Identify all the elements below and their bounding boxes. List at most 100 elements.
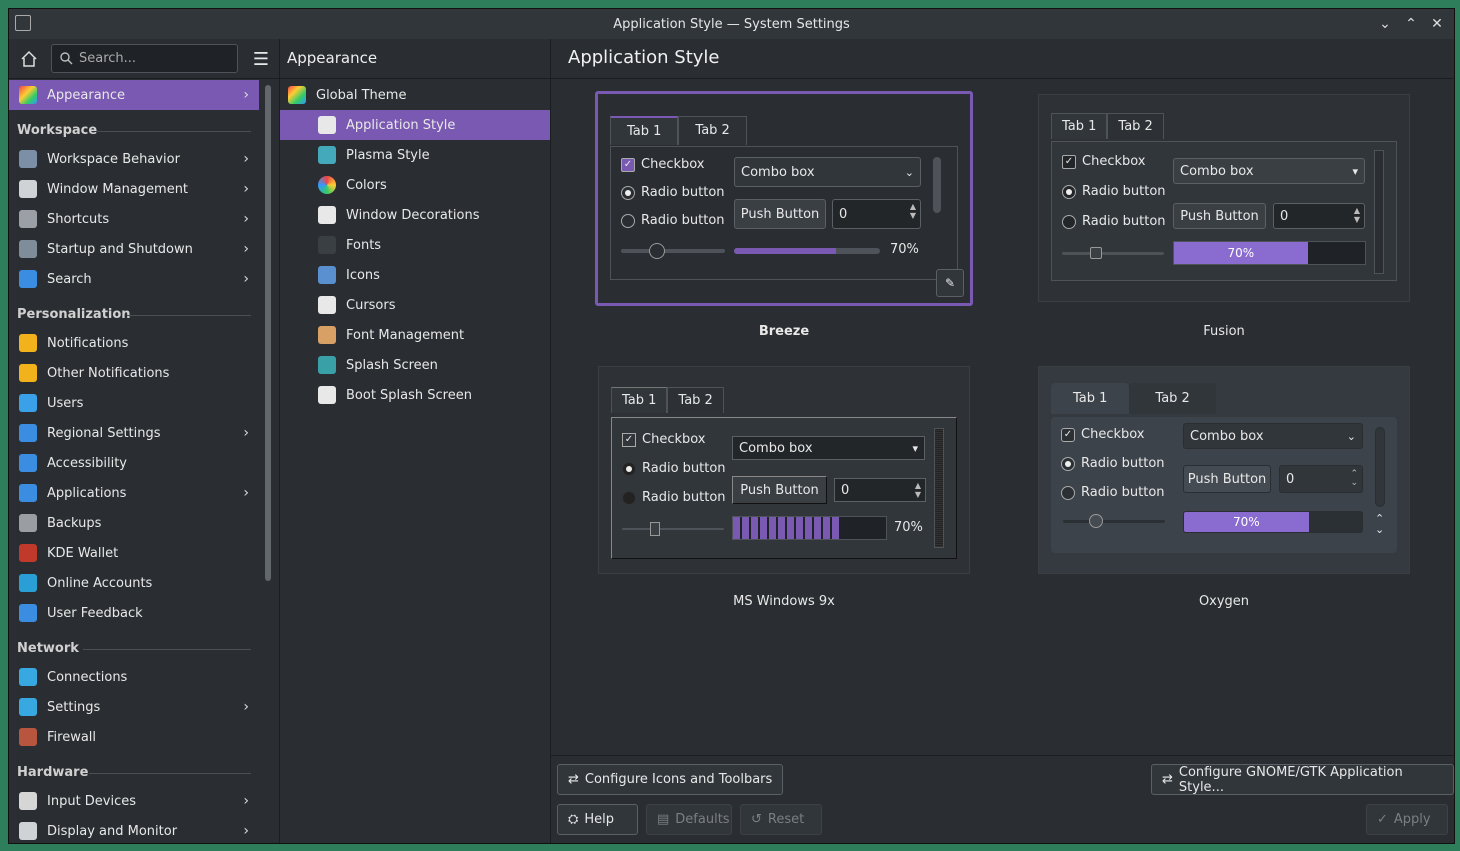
header-row: ☰ Appearance Application Style — [9, 39, 1454, 79]
sidebar-item[interactable]: Input Devices › — [9, 786, 259, 816]
appearance-item-icon — [318, 236, 336, 254]
combo-box: Combo box ⌄ — [734, 157, 921, 187]
appearance-item-label: Boot Splash Screen — [346, 387, 472, 403]
fusion-preview-card[interactable]: Tab 1 Tab 2 ✓ Checkbox Radio button Radio… — [1038, 94, 1410, 302]
sidebar-item[interactable]: User Feedback — [9, 598, 259, 628]
slider — [1062, 247, 1164, 259]
chevron-down-icon: ⌄ — [1346, 429, 1356, 443]
hamburger-menu-icon[interactable]: ☰ — [247, 45, 275, 73]
spin-value: 0 — [1280, 208, 1289, 224]
appearance-item[interactable]: Fonts — [280, 230, 550, 260]
sidebar-item-label: Accessibility — [47, 455, 127, 471]
slider — [622, 522, 724, 536]
home-icon[interactable] — [15, 45, 43, 73]
appearance-item-icon — [318, 206, 336, 224]
appearance-item[interactable]: Icons — [280, 260, 550, 290]
sidebar-item[interactable]: Backups — [9, 508, 259, 538]
appearance-item-icon — [318, 386, 336, 404]
appearance-item[interactable]: Splash Screen — [280, 350, 550, 380]
help-button[interactable]: ⛭ Help — [557, 804, 638, 835]
sidebar-item[interactable]: Applications › — [9, 478, 259, 508]
spin-box: 0 ▲ ▼ — [1273, 203, 1365, 229]
push-button: Push Button — [732, 476, 827, 504]
sidebar-item-label: Window Management — [47, 181, 189, 197]
spin-arrows-icon: ▲ ▼ — [1353, 206, 1360, 224]
appearance-item[interactable]: Global Theme — [280, 80, 550, 110]
progress-fill: 70% — [1184, 512, 1309, 532]
combo-box: Combo box ▾ — [1173, 158, 1365, 184]
apply-button[interactable]: ✓ Apply — [1366, 804, 1448, 835]
appearance-item[interactable]: Application Style — [280, 110, 550, 140]
sidebar-item[interactable]: Users — [9, 388, 259, 418]
scroll-arrows-icon: ⌃ ⌄ — [1375, 512, 1385, 536]
search-input[interactable] — [79, 51, 229, 66]
defaults-button[interactable]: ▤ Defaults — [646, 804, 732, 835]
breeze-preview-card[interactable]: Tab 1 Tab 2 ✓ Checkbox Radio button Radio… — [595, 91, 973, 306]
appearance-item-icon — [318, 296, 336, 314]
spin-arrows-icon: ▲ ▼ — [909, 202, 916, 220]
radio-button-off — [1062, 214, 1076, 229]
appearance-item-icon — [318, 116, 336, 134]
sidebar-item[interactable]: KDE Wallet — [9, 538, 259, 568]
sidebar-sections: Workspace Workspace Behavior › Window Manag… — [9, 110, 259, 843]
sidebar-item[interactable]: Settings › — [9, 692, 259, 722]
oxygen-preview-card[interactable]: Tab 1 Tab 2 ✓ Checkbox Radio button Radio… — [1038, 366, 1410, 574]
sidebar-item[interactable]: Window Management › — [9, 174, 259, 204]
appearance-item[interactable]: Boot Splash Screen — [280, 380, 550, 410]
chevron-right-icon: › — [243, 425, 249, 441]
vertical-scrollbar — [934, 428, 944, 548]
sidebar-item[interactable]: Search › — [9, 264, 259, 294]
win9x-preview-card[interactable]: Tab 1 Tab 2 ✓ Checkbox Radio button Radio… — [598, 366, 970, 574]
reset-button[interactable]: ↺ Reset — [740, 804, 822, 835]
sidebar-item-label: Workspace Behavior — [47, 151, 180, 167]
sidebar-item[interactable]: Accessibility — [9, 448, 259, 478]
window-title: Application Style — System Settings — [613, 16, 850, 32]
appearance-item-label: Fonts — [346, 237, 382, 253]
search-field[interactable] — [51, 44, 238, 73]
sidebar-item[interactable]: Connections — [9, 662, 259, 692]
section-header: Hardware — [9, 752, 259, 786]
sidebar-item-appearance[interactable]: Appearance › — [9, 80, 259, 110]
appearance-item[interactable]: Colors — [280, 170, 550, 200]
radio-label: Radio button — [1082, 214, 1166, 229]
chevron-down-icon: ▾ — [1352, 164, 1358, 178]
appearance-item[interactable]: Font Management — [280, 320, 550, 350]
appearance-item[interactable]: Window Decorations — [280, 200, 550, 230]
sidebar-item-icon — [19, 454, 37, 472]
sidebar-item[interactable]: Regional Settings › — [9, 418, 259, 448]
sidebar-item-icon — [19, 604, 37, 622]
minimize-icon[interactable]: ⌄ — [1374, 13, 1396, 35]
sidebar-item[interactable]: Firewall — [9, 722, 259, 752]
sidebar-scrollbar[interactable] — [265, 85, 271, 581]
close-icon[interactable]: ✕ — [1426, 13, 1448, 35]
sidebar-item[interactable]: Workspace Behavior › — [9, 144, 259, 174]
radio-label: Radio button — [642, 490, 726, 505]
progress-bar — [734, 248, 880, 254]
sidebar-item[interactable]: Display and Monitor › — [9, 816, 259, 843]
appearance-item-icon — [318, 146, 336, 164]
maximize-icon[interactable]: ⌃ — [1400, 13, 1422, 35]
appearance-item-label: Icons — [346, 267, 380, 283]
sidebar-item[interactable]: Online Accounts — [9, 568, 259, 598]
sidebar-item-label: Search — [47, 271, 92, 287]
sidebar-item-label: Other Notifications — [47, 365, 170, 381]
combo-box: Combo box ⌄ — [1183, 423, 1363, 449]
defaults-icon: ▤ — [657, 812, 670, 827]
sidebar-item[interactable]: Other Notifications — [9, 358, 259, 388]
appearance-item[interactable]: Cursors — [280, 290, 550, 320]
configure-gtk-button[interactable]: ⇄ Configure GNOME/GTK Application Style.… — [1151, 764, 1454, 795]
sidebar-item-icon — [19, 484, 37, 502]
appearance-item-icon — [288, 86, 306, 104]
apply-icon: ✓ — [1377, 812, 1388, 827]
sidebar-item[interactable]: Notifications — [9, 328, 259, 358]
radio-button-off — [1061, 485, 1075, 500]
sidebar-item[interactable]: Startup and Shutdown › — [9, 234, 259, 264]
progress-label: 70% — [894, 520, 923, 535]
configure-icons-button[interactable]: ⇄ Configure Icons and Toolbars — [557, 764, 784, 795]
chevron-right-icon: › — [243, 211, 249, 227]
style-label-breeze: Breeze — [758, 324, 810, 339]
edit-style-icon[interactable]: ✎ — [936, 269, 964, 297]
appearance-item[interactable]: Plasma Style — [280, 140, 550, 170]
sidebar-item[interactable]: Shortcuts › — [9, 204, 259, 234]
sidebar-item-label: Shortcuts — [47, 211, 110, 227]
